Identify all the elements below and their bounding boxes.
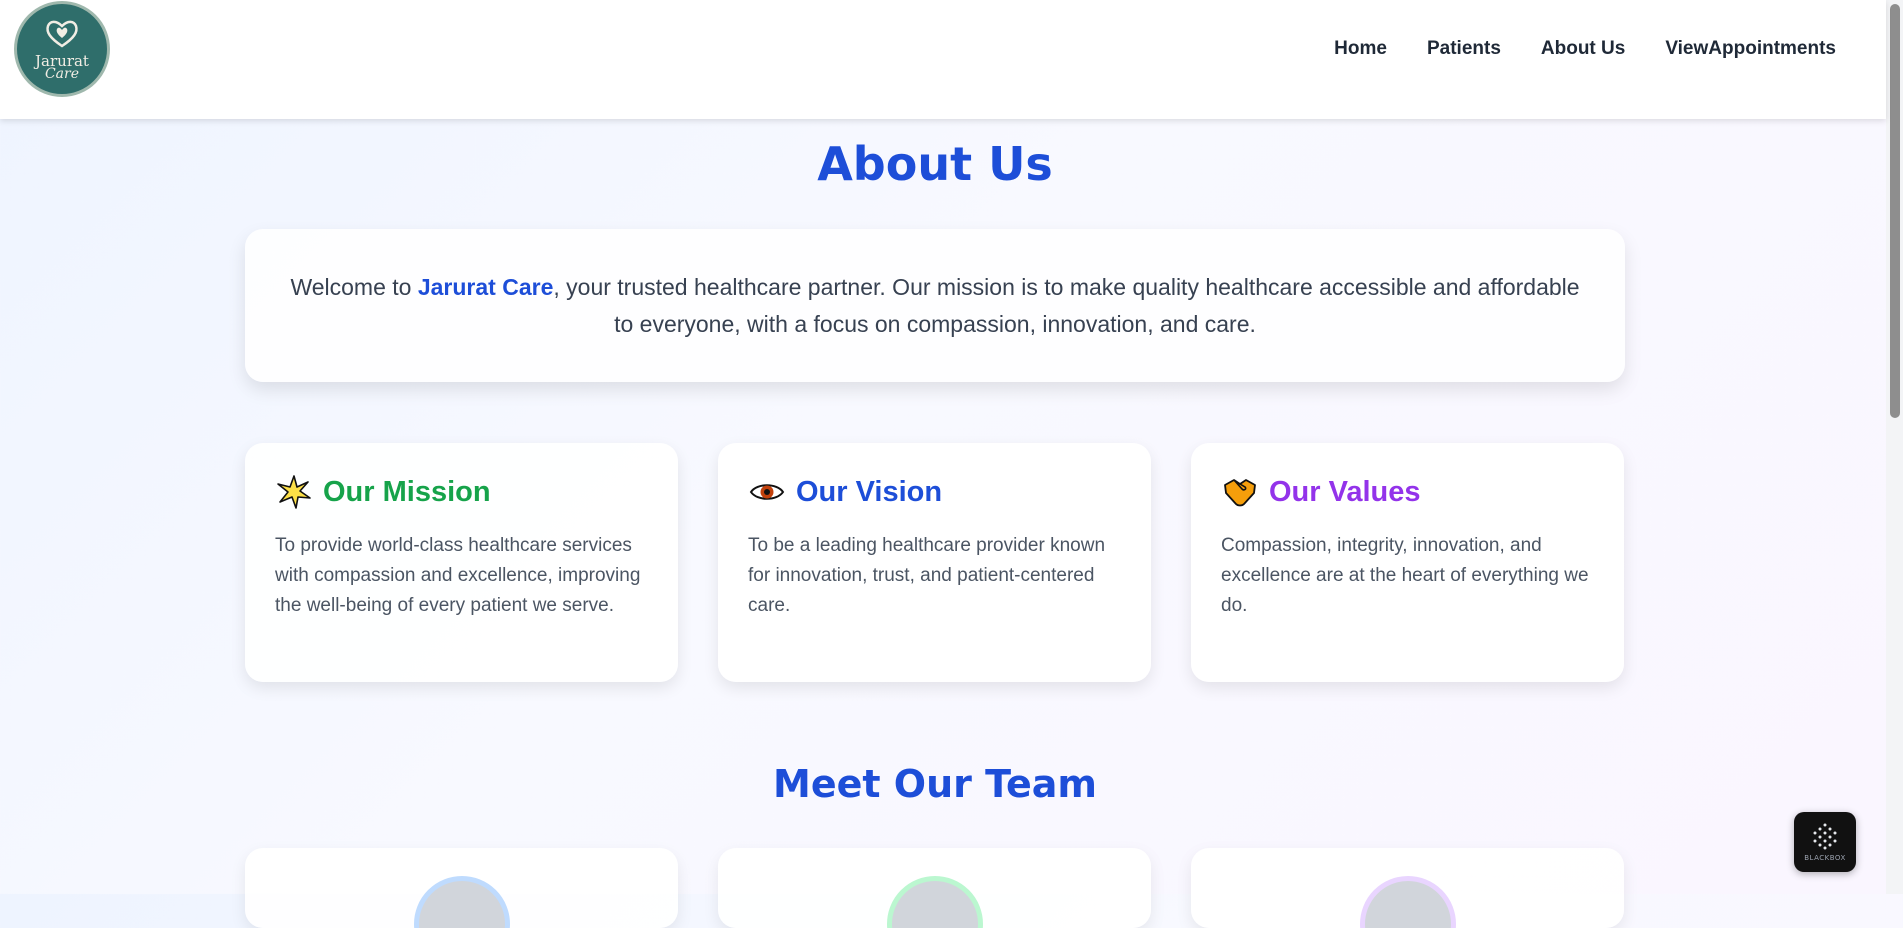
nav-home[interactable]: Home [1334, 38, 1387, 60]
values-card: Our Values Compassion, integrity, innova… [1191, 443, 1624, 682]
eye-icon [748, 473, 786, 511]
mission-title-row: Our Mission [275, 473, 648, 511]
team-member-card [1191, 848, 1624, 928]
handshake-icon [1221, 473, 1259, 511]
blackbox-widget-button[interactable]: BLACKBOX [1794, 812, 1856, 872]
page-title: About Us [817, 137, 1053, 191]
blackbox-dots-icon [1813, 823, 1837, 850]
values-description: Compassion, integrity, innovation, and e… [1221, 535, 1589, 616]
mission-description: To provide world-class healthcare servic… [275, 535, 641, 616]
mission-title: Our Mission [323, 475, 491, 508]
intro-text-after: , your trusted healthcare partner. Our m… [553, 273, 1580, 337]
values-title-row: Our Values [1221, 473, 1594, 511]
navbar: Jarurat Care Home Patients About Us View… [0, 0, 1886, 119]
team-member-card [245, 848, 678, 928]
values-title: Our Values [1269, 475, 1421, 508]
vision-title: Our Vision [796, 475, 943, 508]
logo-text-line2: Care [44, 66, 80, 82]
nav-patients[interactable]: Patients [1427, 38, 1501, 60]
team-section-title: Meet Our Team [773, 762, 1097, 806]
scrollbar-thumb[interactable] [1890, 4, 1900, 418]
intro-card: Welcome to Jarurat Care, your trusted he… [245, 229, 1625, 382]
team-member-avatar [1359, 876, 1456, 928]
nav-about-us[interactable]: About Us [1541, 38, 1625, 60]
mission-card: Our Mission To provide world-class healt… [245, 443, 678, 682]
intro-text: Welcome to Jarurat Care, your trusted he… [290, 269, 1580, 343]
intro-text-before: Welcome to [290, 273, 418, 300]
team-member-avatar [413, 876, 510, 928]
heart-hand-icon [46, 20, 78, 48]
brand-logo[interactable]: Jarurat Care [14, 1, 110, 97]
intro-brand-name: Jarurat Care [417, 273, 554, 300]
vision-description: To be a leading healthcare provider know… [748, 535, 1106, 616]
team-member-card [718, 848, 1151, 928]
vision-title-row: Our Vision [748, 473, 1121, 511]
main-nav: Home Patients About Us ViewAppointments [1334, 38, 1836, 60]
page-scrollbar[interactable] [1886, 0, 1903, 894]
star-icon [275, 473, 313, 511]
nav-view-appointments[interactable]: ViewAppointments [1665, 38, 1836, 60]
team-member-avatar [886, 876, 983, 928]
blackbox-widget-label: BLACKBOX [1804, 854, 1846, 862]
vision-card: Our Vision To be a leading healthcare pr… [718, 443, 1151, 682]
